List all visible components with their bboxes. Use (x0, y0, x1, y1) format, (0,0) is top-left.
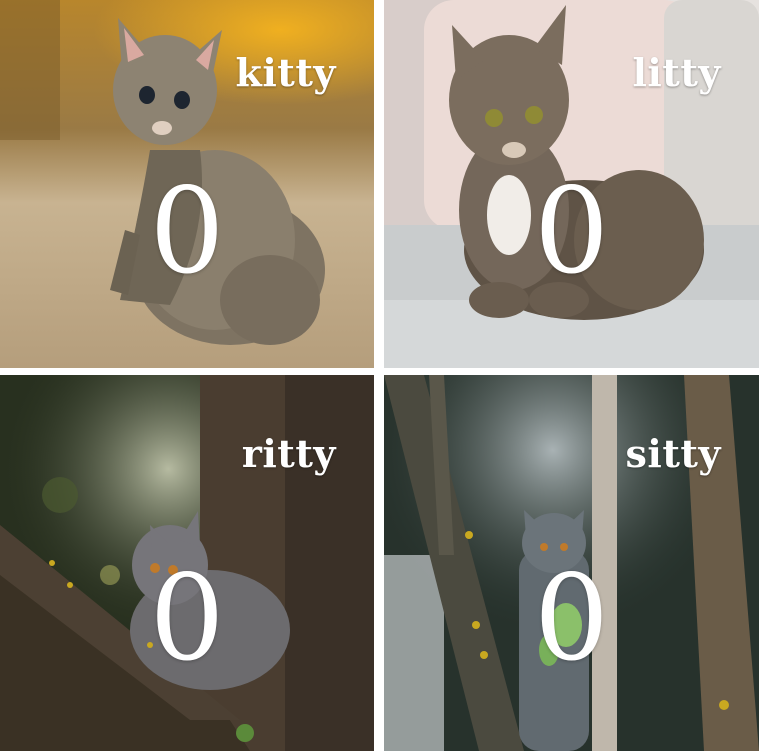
vote-count: 0 (149, 549, 225, 687)
vote-count: 0 (533, 162, 610, 300)
cat-tile-ritty[interactable]: ritty 0 (0, 375, 374, 751)
vote-count: 0 (149, 162, 225, 300)
cat-name-label: ritty (241, 431, 336, 476)
cat-tile-kitty[interactable]: kitty 0 (0, 0, 374, 368)
vote-count: 0 (533, 549, 610, 687)
cat-name-label: litty (632, 50, 721, 95)
cat-tile-sitty[interactable]: sitty 0 (384, 375, 759, 751)
cat-name-label: kitty (235, 50, 336, 95)
cat-name-label: sitty (625, 431, 721, 476)
cat-grid: kitty 0 litty 0 ritty 0 sitty 0 (0, 0, 759, 751)
cat-tile-litty[interactable]: litty 0 (384, 0, 759, 368)
